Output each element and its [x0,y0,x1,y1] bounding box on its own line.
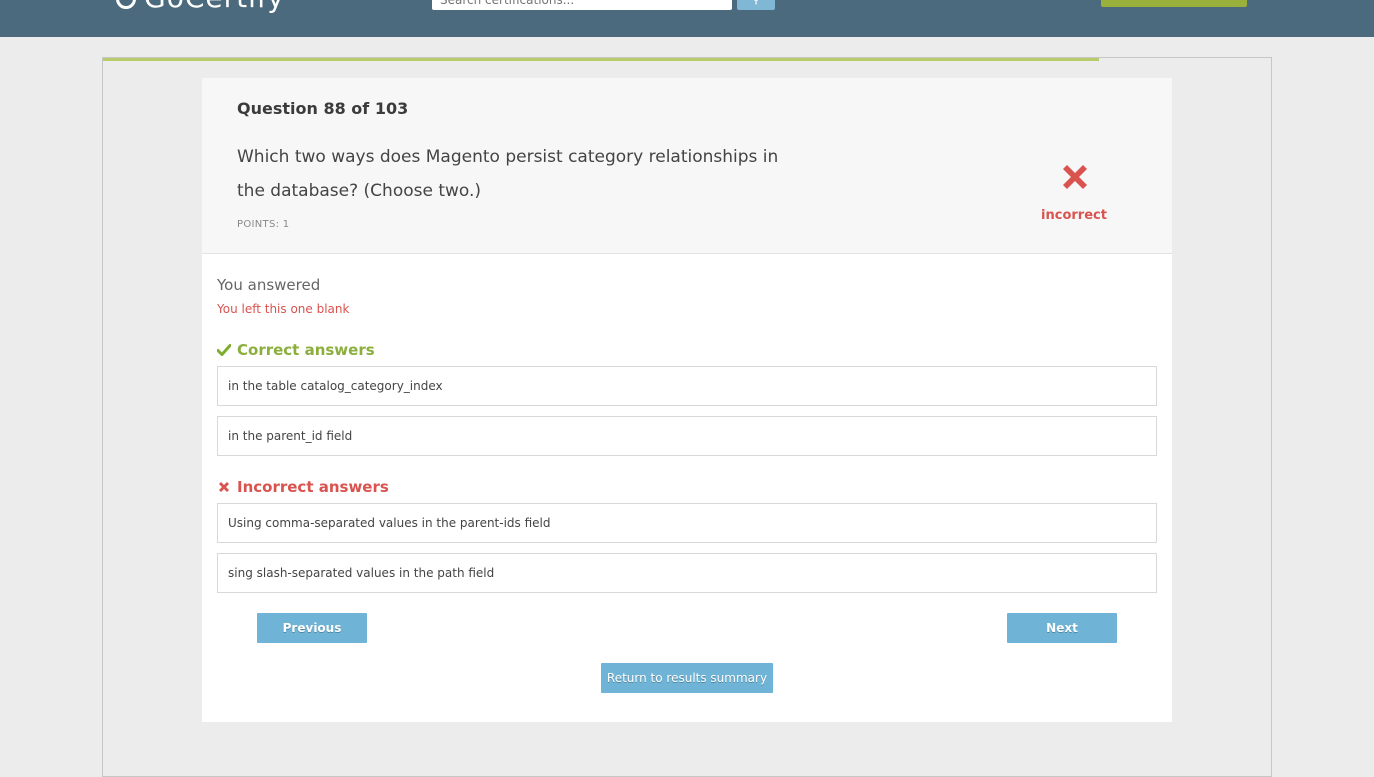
correct-answer-item: in the table catalog_category_index [217,366,1157,406]
search-button[interactable]: ⚲ [737,0,775,10]
next-button[interactable]: Next [1007,613,1117,643]
previous-button[interactable]: Previous [257,613,367,643]
quiz-progress-bar [103,58,1099,61]
correct-answer-item: in the parent_id field [217,416,1157,456]
x-icon [1063,165,1087,189]
search-icon: ⚲ [752,0,761,6]
result-status: incorrect [1041,208,1107,223]
question-header: Question 88 of 103 Which two ways does M… [202,78,1172,254]
question-points: POINTS: 1 [237,219,290,230]
x-icon [219,482,229,492]
search-input[interactable] [432,0,732,10]
question-review-card: Question 88 of 103 Which two ways does M… [202,78,1172,722]
incorrect-answer-item: sing slash-separated values in the path … [217,553,1157,593]
site-logo[interactable]: GoCertify [116,0,285,12]
logo-mark-icon [116,0,136,9]
top-navigation-bar: GoCertify ⚲ [0,0,1374,37]
user-answer-value: You left this one blank [217,302,350,316]
question-text: Which two ways does Magento persist cate… [237,147,779,201]
incorrect-answers-heading: Incorrect answers [217,478,389,496]
return-to-summary-button[interactable]: Return to results summary [601,663,773,693]
correct-answers-label: Correct answers [237,341,375,359]
incorrect-answer-item: Using comma-separated values in the pare… [217,503,1157,543]
question-counter: Question 88 of 103 [237,99,409,118]
correct-answers-heading: Correct answers [217,341,375,359]
logo-text: GoCertify [144,0,285,14]
incorrect-answers-label: Incorrect answers [237,478,389,496]
checkmark-icon [217,344,231,356]
header-cta-button[interactable] [1101,0,1247,7]
you-answered-heading: You answered [217,276,321,294]
